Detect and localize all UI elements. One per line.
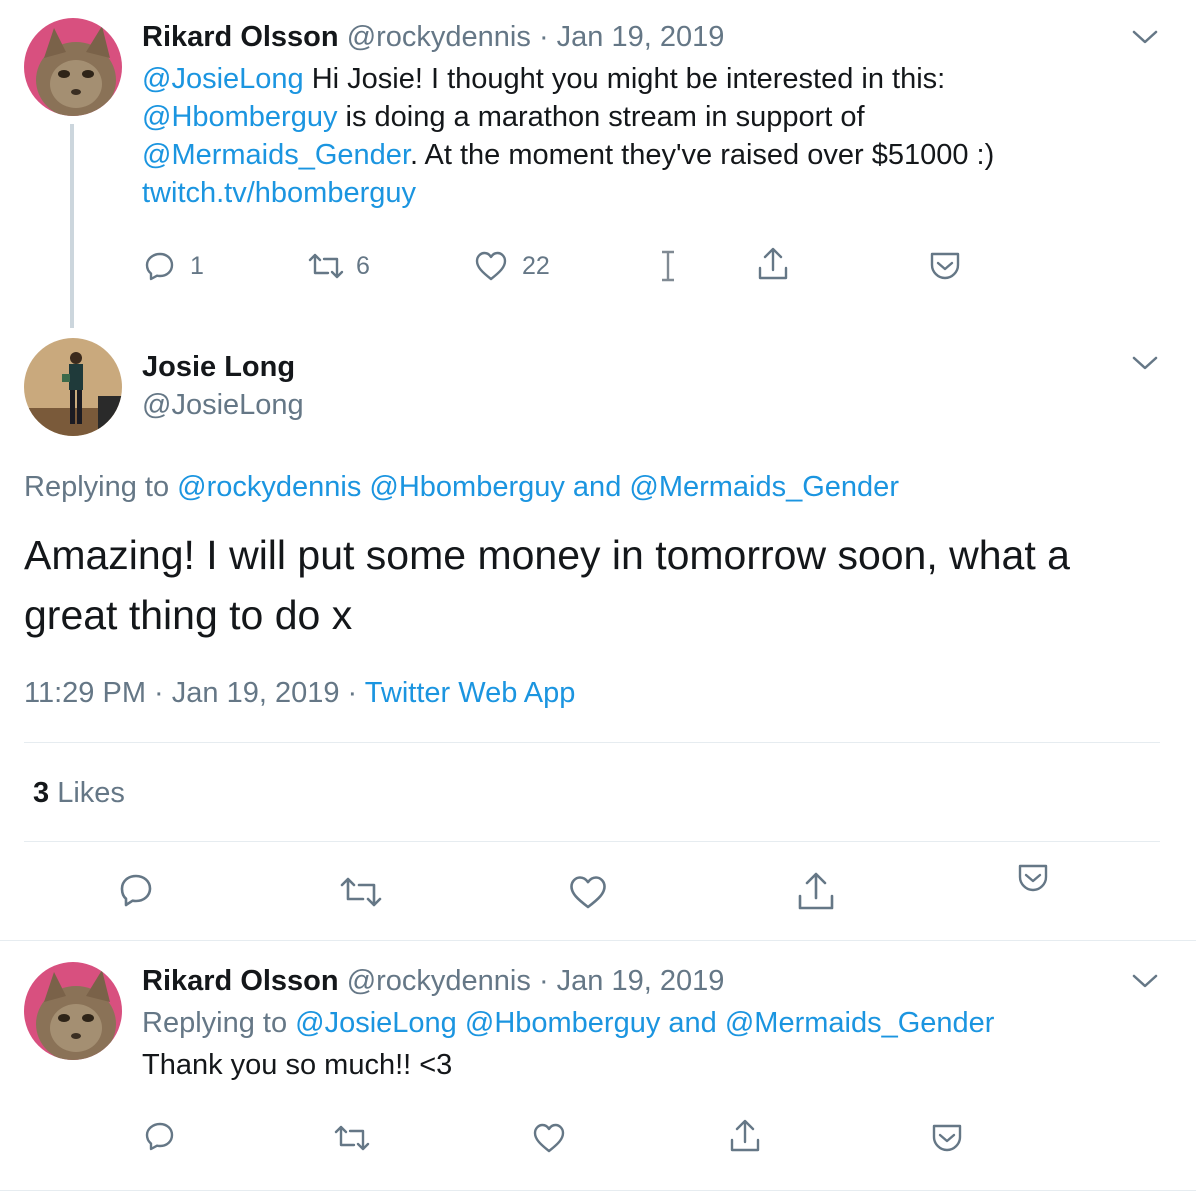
- like-count: 22: [522, 251, 550, 280]
- retweet-button[interactable]: [338, 874, 384, 915]
- replying-to: Replying to @rockydennis @Hbomberguy and…: [24, 468, 899, 506]
- share-button[interactable]: [796, 870, 836, 917]
- main-author: Josie Long @JosieLong: [142, 348, 304, 424]
- separator: ·: [154, 677, 164, 709]
- share-button[interactable]: [756, 246, 790, 287]
- reply-and[interactable]: and: [660, 1007, 725, 1039]
- like-button[interactable]: [532, 1122, 566, 1159]
- chevron-down-icon[interactable]: [1131, 28, 1159, 51]
- tweet-text: . At the moment they've raised over $510…: [410, 139, 995, 171]
- separator: ·: [347, 677, 358, 709]
- replying-to: Replying to @JosieLong @Hbomberguy and @…: [142, 1004, 994, 1042]
- tweet-meta: 11:29 PM · Jan 19, 2019 · Twitter Web Ap…: [24, 674, 575, 712]
- mention-link[interactable]: @Mermaids_Gender: [725, 1007, 995, 1039]
- pocket-button[interactable]: [928, 250, 962, 287]
- retweet-icon: [308, 253, 344, 279]
- author-handle[interactable]: @rockydennis: [347, 965, 531, 997]
- author-name[interactable]: Rikard Olsson: [142, 21, 339, 53]
- replying-label: Replying to: [142, 1007, 296, 1039]
- mention-link[interactable]: @JosieLong: [295, 1007, 457, 1039]
- main-tweet-text: Amazing! I will put some money in tomorr…: [24, 532, 1070, 638]
- replying-label: Replying to: [24, 471, 178, 503]
- like-icon: [570, 876, 606, 909]
- avatar-rikard[interactable]: [24, 962, 122, 1060]
- share-icon: [798, 872, 834, 910]
- mention-link[interactable]: @Mermaids_Gender: [629, 471, 899, 503]
- like-icon: [533, 1123, 565, 1153]
- reply-icon: [145, 1122, 174, 1151]
- tweet-text: is doing a marathon stream in support of: [337, 101, 865, 133]
- retweet-button[interactable]: [332, 1122, 372, 1159]
- pocket-button[interactable]: [1016, 862, 1050, 899]
- share-icon: [730, 1119, 760, 1152]
- mention-link[interactable]: @Hbomberguy: [465, 1007, 660, 1039]
- retweet-button[interactable]: 6: [306, 248, 370, 284]
- likes-stat[interactable]: 3 Likes: [33, 774, 125, 812]
- reply-icon: [145, 252, 174, 281]
- like-button[interactable]: [568, 874, 608, 915]
- reply-count: 1: [190, 251, 204, 280]
- retweet-icon: [334, 1125, 370, 1151]
- share-icon: [758, 247, 788, 280]
- author-handle[interactable]: @rockydennis: [347, 21, 531, 53]
- mention-link[interactable]: @rockydennis: [177, 471, 361, 503]
- tweet-text: Hi Josie! I thought you might be interes…: [303, 63, 946, 95]
- chevron-down-icon[interactable]: [1131, 972, 1159, 995]
- avatar-josie[interactable]: [24, 338, 122, 436]
- pocket-icon: [932, 1124, 962, 1152]
- divider: [0, 940, 1196, 941]
- pocket-icon: [1018, 864, 1048, 892]
- divider: [24, 742, 1160, 743]
- mention-link[interactable]: @Hbomberguy: [142, 101, 337, 133]
- likes-label: Likes: [57, 777, 125, 809]
- pocket-button[interactable]: [930, 1122, 964, 1159]
- text-cursor-icon: [659, 250, 677, 287]
- separator: ·: [538, 965, 549, 997]
- tweet2-text: Thank you so much!! <3: [142, 1049, 453, 1081]
- like-button[interactable]: 22: [474, 248, 550, 284]
- tweet-date[interactable]: Jan 19, 2019: [557, 21, 725, 53]
- reply-button[interactable]: [144, 1120, 176, 1157]
- divider: [0, 1190, 1196, 1191]
- tweet-date[interactable]: Jan 19, 2019: [557, 965, 725, 997]
- author-handle[interactable]: @JosieLong: [142, 386, 304, 424]
- like-icon: [475, 251, 507, 281]
- reply-button[interactable]: [118, 872, 154, 913]
- reply-icon: [120, 874, 152, 907]
- retweet-count: 6: [356, 251, 370, 280]
- tweet2-header: Rikard Olsson @rockydennis · Jan 19, 201…: [142, 962, 724, 1000]
- tweet-date[interactable]: Jan 19, 2019: [172, 677, 340, 709]
- likes-count: 3: [33, 777, 50, 809]
- client-link[interactable]: Twitter Web App: [365, 677, 576, 709]
- thread-line: [70, 124, 74, 328]
- mention-link[interactable]: @JosieLong: [142, 63, 304, 95]
- reply-and[interactable]: and: [565, 471, 630, 503]
- reply-button[interactable]: 1: [144, 248, 204, 284]
- divider: [24, 841, 1160, 842]
- author-name[interactable]: Rikard Olsson: [142, 965, 339, 997]
- retweet-icon: [340, 877, 382, 907]
- url-link[interactable]: twitch.tv/hbomberguy: [142, 177, 416, 209]
- mention-link[interactable]: @Mermaids_Gender: [142, 139, 410, 171]
- separator: ·: [538, 21, 549, 53]
- mention-link[interactable]: @Hbomberguy: [369, 471, 564, 503]
- avatar-rikard[interactable]: [24, 18, 122, 116]
- tweet1-header: Rikard Olsson @rockydennis · Jan 19, 201…: [142, 18, 724, 56]
- tweet1-text: @JosieLong Hi Josie! I thought you might…: [142, 60, 1162, 212]
- tweet-time[interactable]: 11:29 PM: [24, 677, 146, 709]
- pocket-icon: [930, 252, 960, 280]
- author-name[interactable]: Josie Long: [142, 348, 304, 386]
- share-button[interactable]: [728, 1118, 762, 1159]
- chevron-down-icon[interactable]: [1131, 354, 1159, 377]
